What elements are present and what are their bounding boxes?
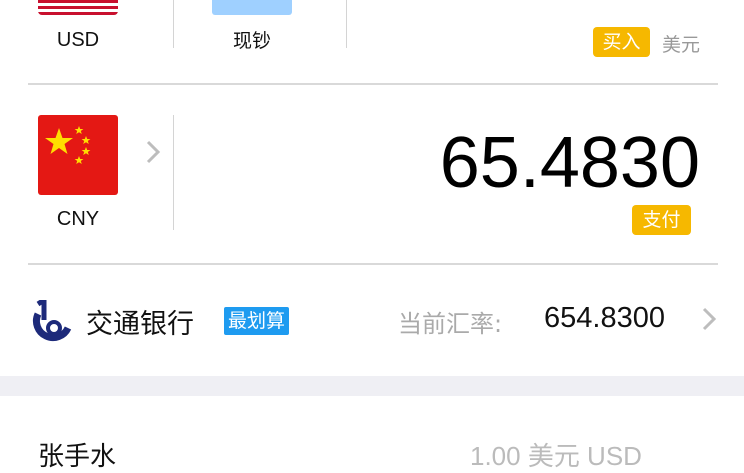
chevron-right-icon[interactable]: [700, 305, 718, 338]
section-separator: [0, 376, 744, 396]
chevron-right-icon[interactable]: [144, 138, 162, 174]
bank-name[interactable]: 交通银行: [86, 302, 194, 341]
best-deal-tag: 最划算: [224, 307, 290, 335]
usd-flag-icon: [38, 0, 118, 15]
bank-logo-icon: [32, 295, 72, 342]
to-currency-code[interactable]: CNY: [38, 208, 118, 231]
from-currency-name: 美元: [662, 34, 701, 56]
cash-type-label[interactable]: 现钞: [212, 26, 292, 53]
cash-icon[interactable]: [212, 0, 292, 15]
rate-value: 654.8300: [544, 302, 665, 334]
fee-label-partial: 张手水: [38, 442, 117, 472]
cny-flag-icon[interactable]: [38, 115, 118, 195]
from-amount-partial: [640, 0, 700, 10]
row-divider: [28, 83, 718, 85]
rate-label: 当前汇率:: [398, 310, 503, 338]
row-divider: [28, 263, 718, 265]
divider: [173, 0, 174, 48]
divider: [173, 115, 174, 230]
buy-badge: 买入: [593, 27, 650, 57]
amount-unit-partial: 1.00 美元 USD: [470, 441, 642, 471]
from-currency-code[interactable]: USD: [38, 29, 118, 52]
to-amount[interactable]: 65.4830: [440, 122, 700, 204]
divider: [346, 0, 347, 48]
pay-badge: 支付: [632, 205, 691, 235]
